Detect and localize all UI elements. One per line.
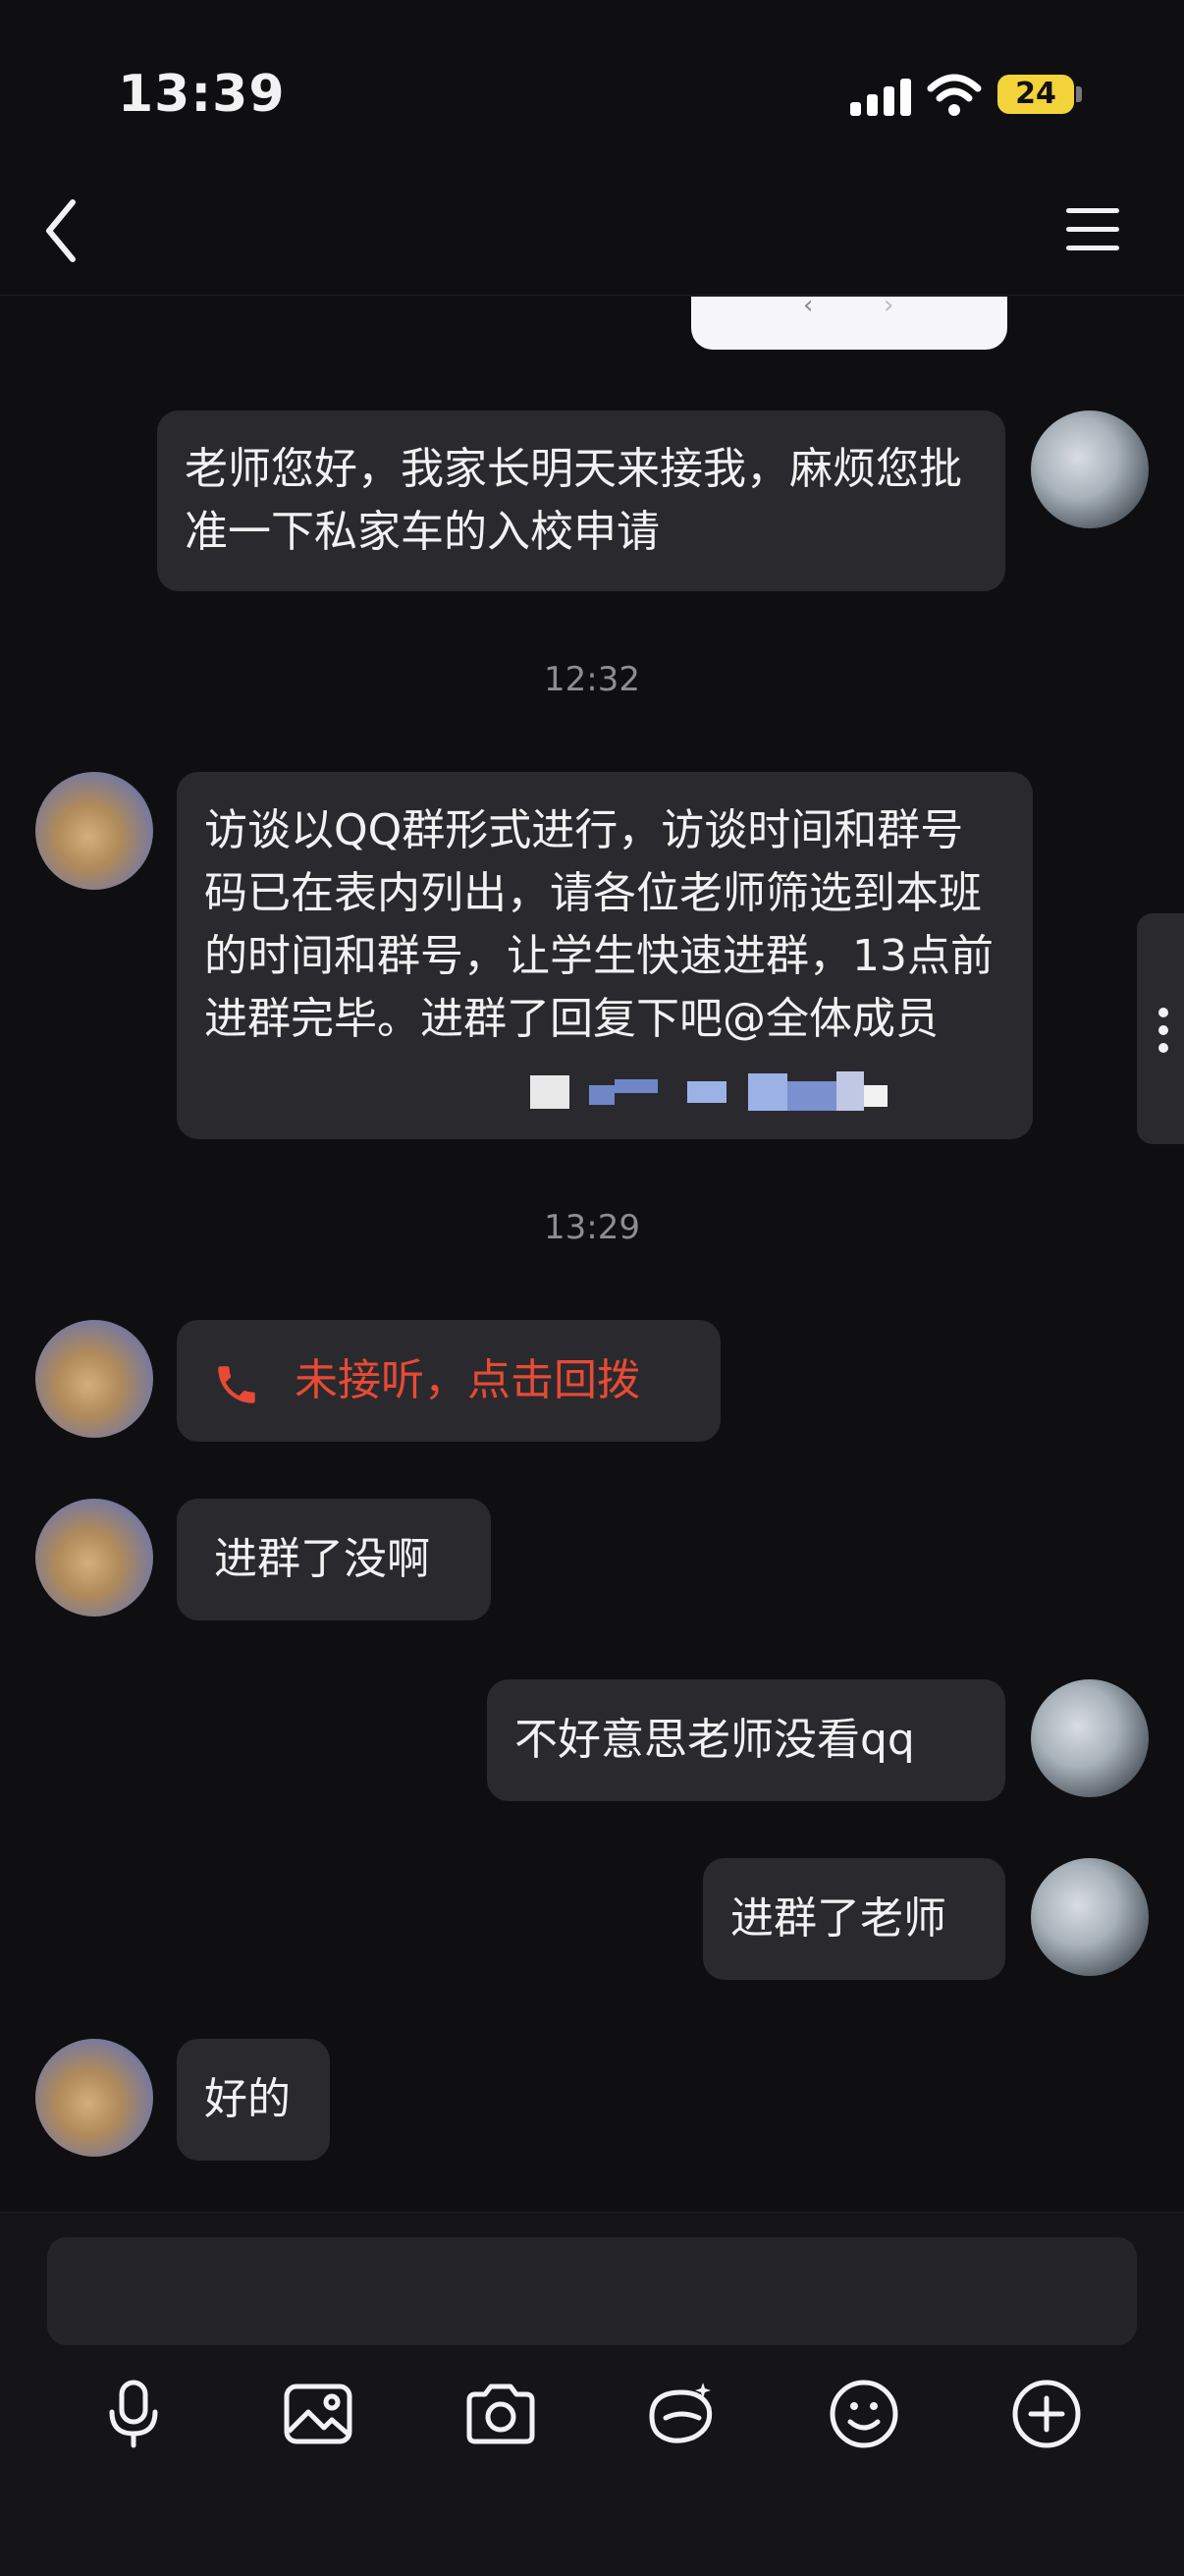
missed-call-text: 未接听，点击回拨: [295, 1355, 640, 1405]
partial-card: ‹ ›: [691, 291, 1007, 350]
wifi-icon: [927, 74, 982, 116]
scroll-handle[interactable]: [1137, 913, 1184, 1144]
status-time: 13:39: [118, 65, 286, 124]
phone-icon: [218, 1366, 255, 1403]
microphone-icon[interactable]: [94, 2375, 173, 2453]
message-text: 进群了没啊: [214, 1534, 430, 1584]
timestamp: 13:29: [544, 1208, 640, 1247]
battery-tip: [1076, 86, 1082, 102]
timestamp: 12:32: [544, 660, 640, 699]
message-text: 好的: [204, 2074, 291, 2124]
image-icon[interactable]: [279, 2375, 357, 2453]
my-avatar[interactable]: [1031, 411, 1149, 528]
menu-icon[interactable]: [1066, 208, 1119, 251]
chevron-left-icon: ‹: [803, 291, 814, 320]
message-input[interactable]: [47, 2237, 1137, 2345]
message-bubble-incoming[interactable]: 好的: [177, 2039, 330, 2161]
plus-icon[interactable]: [1007, 2375, 1086, 2453]
teacher-avatar[interactable]: [35, 2039, 153, 2157]
message-text: 访谈以QQ群形式进行，访谈时间和群号码已在表内列出，请各位老师筛选到本班的时间和…: [204, 805, 994, 1044]
teacher-avatar[interactable]: [35, 1320, 153, 1438]
teacher-avatar[interactable]: [35, 772, 153, 890]
back-arrow-icon[interactable]: [39, 196, 88, 265]
message-text: 不好意思老师没看qq: [514, 1715, 915, 1765]
message-text: 老师您好，我家长明天来接我，麻烦您批准一下私家车的入校申请: [185, 444, 962, 557]
teacher-avatar[interactable]: [35, 1499, 153, 1617]
camera-icon[interactable]: [461, 2375, 540, 2453]
battery-indicator: 24: [997, 75, 1074, 114]
message-bubble-outgoing[interactable]: 不好意思老师没看qq: [487, 1679, 1005, 1801]
sticker-icon[interactable]: [642, 2375, 721, 2453]
message-bubble-incoming[interactable]: 进群了没啊: [177, 1499, 491, 1620]
signal-icon: [850, 79, 913, 116]
pixelated-mention: [530, 1066, 942, 1119]
chevron-right-icon: ›: [884, 291, 894, 320]
my-avatar[interactable]: [1031, 1858, 1149, 1976]
contact-name-pixelated: [137, 214, 275, 255]
my-avatar[interactable]: [1031, 1679, 1149, 1797]
message-bubble-outgoing[interactable]: 进群了老师: [703, 1858, 1005, 1980]
message-bubble-outgoing[interactable]: 老师您好，我家长明天来接我，麻烦您批准一下私家车的入校申请: [157, 411, 1005, 591]
status-bar: 13:39 24: [0, 0, 1184, 187]
message-text: 进群了老师: [730, 1893, 946, 1944]
emoji-icon[interactable]: [825, 2375, 903, 2453]
